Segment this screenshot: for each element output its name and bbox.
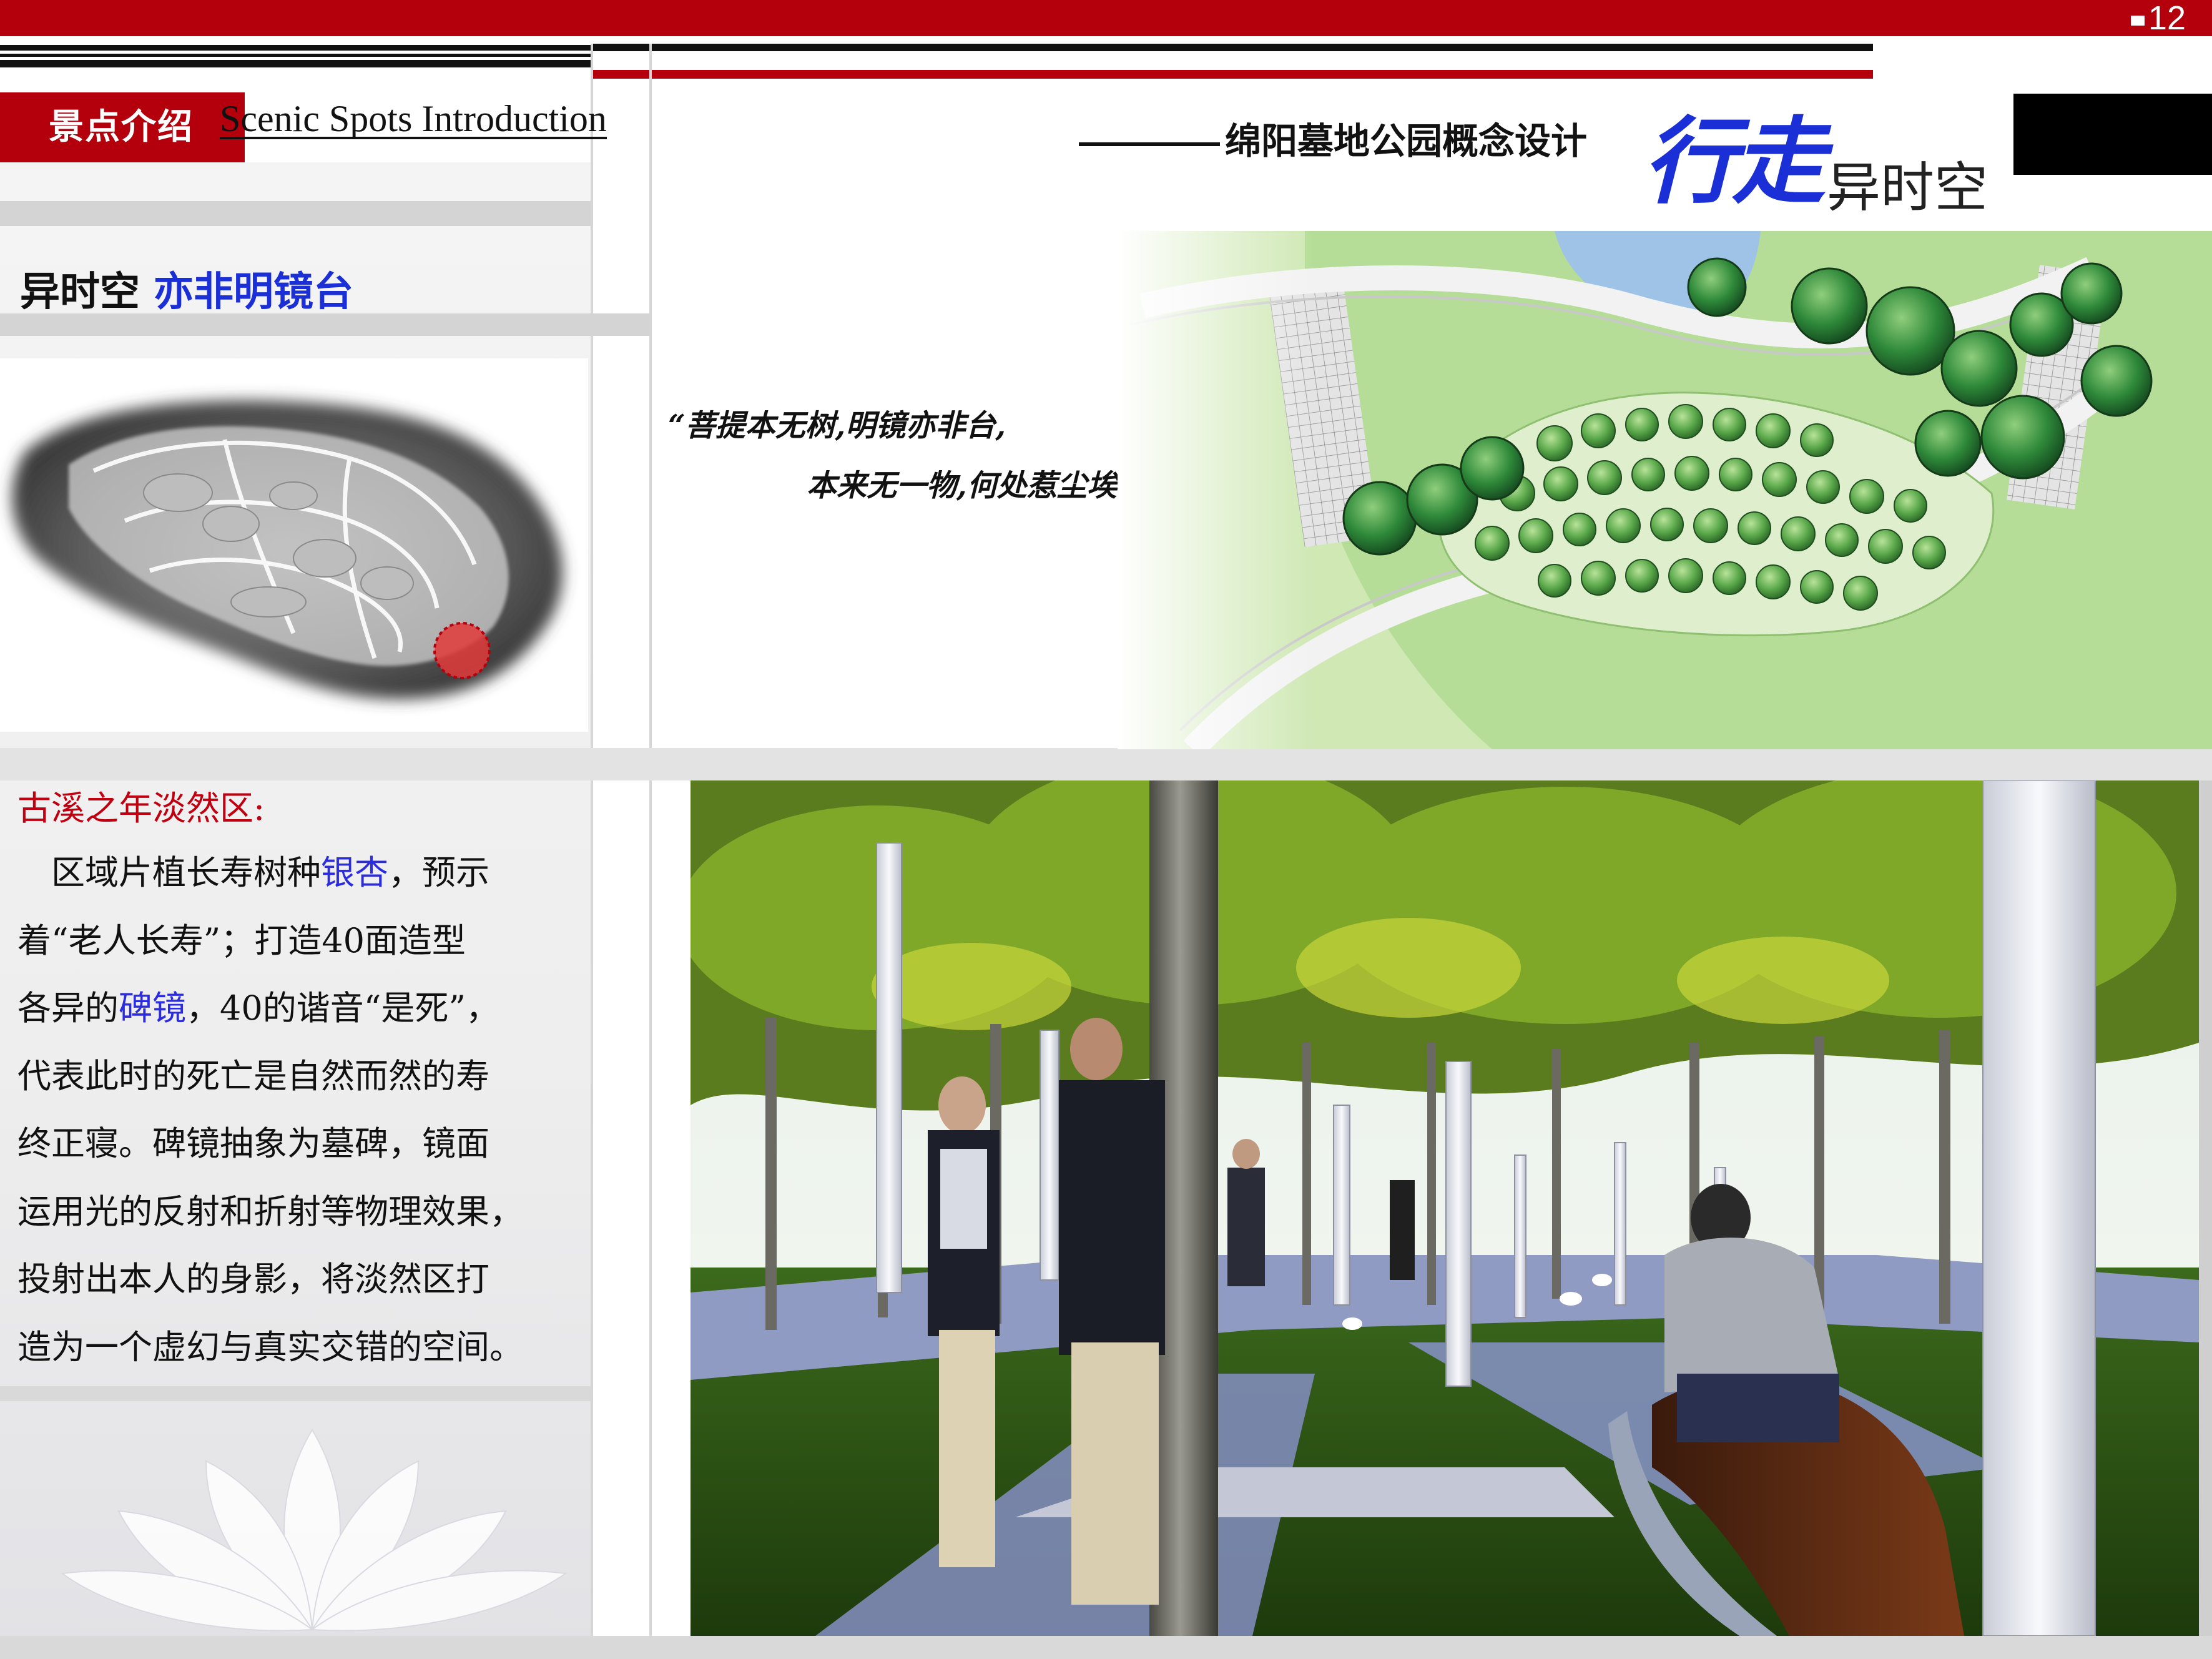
grey-band (0, 201, 591, 226)
spot-title-name: 亦非明镜台 (154, 268, 353, 315)
description-line: 终正寝。碑镜抽象为墓碑，镜面 (17, 1110, 579, 1178)
vertical-guide (591, 44, 593, 1659)
description-line: 投射出本人的身影，将淡然区打 (17, 1246, 579, 1314)
description-line: 运用光的反射和折射等物理效果， (17, 1178, 579, 1246)
description-line: 着“老人长寿”；打造40面造型 (17, 907, 579, 975)
description-line: 各异的碑镜，40的谐音“是死”， (17, 975, 579, 1043)
header-stripe-red (593, 70, 1873, 79)
page-number: 12 (2130, 0, 2186, 36)
highlighted-term: 银杏 (321, 853, 388, 892)
quote-line-2: 本来无一物,何处惹尘埃。” (807, 468, 1149, 503)
brand-logo: 行走 异时空 (1643, 86, 1988, 219)
description-line: 代表此时的死亡是自然而然的寿 (17, 1043, 579, 1111)
header-stripe (0, 45, 593, 51)
header-stripe (0, 60, 593, 67)
title-rule (1079, 142, 1220, 146)
site-map-image (0, 358, 588, 732)
description-text: 区域片植长寿树种 (17, 853, 321, 892)
zone-title: 古溪之年淡然区: (17, 789, 265, 828)
logo-big-text: 行走 (1643, 107, 1826, 217)
top-band (0, 0, 2212, 36)
description-text: ，预示 (388, 853, 489, 892)
grey-band (0, 748, 2212, 780)
planting-plan-image (1118, 231, 2212, 749)
zone-description: 区域片植长寿树种银杏，预示 着“老人长寿”；打造40面造型 各异的碑镜，40的谐音“… (17, 839, 579, 1381)
header-black-block (2013, 94, 2212, 175)
description-line: 造为一个虚幻与真实交错的空间。 (17, 1314, 579, 1382)
quote-line-1: “菩提本无树,明镜亦非台, (668, 408, 1006, 443)
description-text: 终正寝。碑镜抽象为墓碑，镜面 (17, 1124, 489, 1163)
vertical-guide (649, 44, 652, 1659)
spot-title: 异时空 亦非明镜台 (20, 260, 353, 317)
zen-quote: “菩提本无树,明镜亦非台, 本来无一物,何处惹尘埃。” (668, 396, 1149, 516)
description-text: 造为一个虚幻与真实交错的空间。 (17, 1327, 523, 1367)
header-stripe (593, 44, 1873, 51)
lotus-watermark-image (61, 1429, 568, 1632)
header-stripe (0, 54, 593, 57)
description-text: 运用光的反射和折射等物理效果， (17, 1191, 523, 1231)
description-text: 着“老人长寿”；打造40面造型 (17, 920, 466, 960)
footer-band (0, 1636, 2212, 1659)
logo-small-text: 异时空 (1827, 157, 1988, 219)
right-edge-band (2199, 780, 2212, 1636)
section-title-en: Scenic Spots Introduction (220, 98, 607, 139)
description-text: 投射出本人的身影，将淡然区打 (17, 1259, 489, 1299)
description-text: 各异的 (17, 988, 119, 1028)
project-title: 绵阳墓地公园概念设计 (1079, 116, 1587, 166)
highlighted-term: 碑镜 (119, 988, 186, 1028)
description-line: 区域片植长寿树种银杏，预示 (17, 839, 579, 907)
ginkgo-grove-render-image (691, 780, 2199, 1636)
grey-band (0, 1386, 591, 1401)
spot-title-prefix: 异时空 (20, 268, 140, 315)
description-text: 代表此时的死亡是自然而然的寿 (17, 1056, 489, 1096)
section-title-cn: 景点介绍 (49, 106, 194, 147)
description-text: ，40的谐音“是死”， (186, 988, 499, 1028)
